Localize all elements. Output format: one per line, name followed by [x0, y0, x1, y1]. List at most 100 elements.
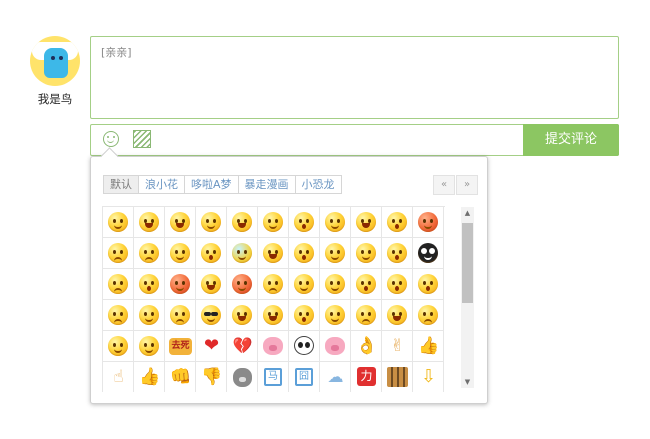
emoji-cell[interactable]: ✌: [382, 331, 413, 362]
tab-baozou[interactable]: 暴走漫画: [238, 175, 296, 194]
emoji-cell[interactable]: [196, 269, 227, 300]
emoji-panel: 默认 浪小花 哆啦A梦 暴走漫画 小恐龙 « » 去死 ❤ 💔 👌 ✌ 👍 ☝ 👍 👊 👎 马囧 ☁ 力…: [90, 147, 488, 404]
emoji-cell[interactable]: 👍: [134, 362, 165, 392]
emoji-cell[interactable]: [320, 238, 351, 269]
emoji-cell[interactable]: [382, 207, 413, 238]
scroll-thumb[interactable]: [462, 223, 473, 303]
emoji-cell[interactable]: [351, 300, 382, 331]
emoji-cell[interactable]: [134, 238, 165, 269]
emoji-cell[interactable]: [165, 300, 196, 331]
emoji-cell[interactable]: [227, 300, 258, 331]
emoji-cell[interactable]: [289, 300, 320, 331]
emoji-cell[interactable]: [382, 300, 413, 331]
emoji-cell[interactable]: [227, 362, 258, 392]
emoji-cell[interactable]: [258, 331, 289, 362]
emoji-cell[interactable]: [289, 238, 320, 269]
emoji-cell[interactable]: [227, 238, 258, 269]
emoji-cell[interactable]: [258, 238, 289, 269]
emoji-cell[interactable]: 👌: [351, 331, 382, 362]
emoji-cell[interactable]: [103, 331, 134, 362]
scroll-down-icon[interactable]: ▼: [461, 376, 474, 388]
prev-page-button[interactable]: «: [433, 175, 455, 195]
emoji-cell[interactable]: [227, 207, 258, 238]
emoji-cell[interactable]: [351, 207, 382, 238]
emoji-scrollbar[interactable]: ▲ ▼: [461, 207, 474, 388]
emoji-cell[interactable]: [320, 269, 351, 300]
emoji-cell[interactable]: 囧: [289, 362, 320, 392]
emoji-cell[interactable]: [258, 207, 289, 238]
emoji-cell[interactable]: [103, 300, 134, 331]
heart-icon: ❤: [203, 335, 220, 356]
emoji-face-icon: [294, 243, 314, 263]
glyph-emoji-icon: 囧: [295, 368, 313, 386]
emoji-cell[interactable]: [227, 269, 258, 300]
emoji-cell[interactable]: [413, 238, 444, 269]
emoji-cell[interactable]: [382, 362, 413, 392]
emoji-cell[interactable]: [134, 207, 165, 238]
emoji-cell[interactable]: [103, 238, 134, 269]
emoji-cell[interactable]: [165, 207, 196, 238]
image-icon[interactable]: [133, 130, 151, 148]
emoji-cell[interactable]: [165, 238, 196, 269]
emoji-cell[interactable]: [103, 207, 134, 238]
emoji-cell[interactable]: 💔: [227, 331, 258, 362]
emoji-cell[interactable]: [289, 269, 320, 300]
emoji-cell[interactable]: [134, 269, 165, 300]
emoji-cell[interactable]: [413, 207, 444, 238]
emoji-cell[interactable]: 👊: [165, 362, 196, 392]
emoji-cell[interactable]: [134, 300, 165, 331]
emoji-cell[interactable]: ☁: [320, 362, 351, 392]
avatar-eye-left: [51, 56, 55, 60]
emoji-cell[interactable]: [320, 300, 351, 331]
emoji-cell[interactable]: [165, 269, 196, 300]
emoji-face-icon: [201, 212, 221, 232]
emoji-cell[interactable]: 👍: [413, 331, 444, 362]
emoji-cell[interactable]: [382, 238, 413, 269]
emoji-cell[interactable]: 去死: [165, 331, 196, 362]
emoji-cell[interactable]: [196, 238, 227, 269]
emoji-cell[interactable]: [289, 331, 320, 362]
username: 我是鸟: [37, 92, 73, 106]
emoji-tabs: 默认 浪小花 哆啦A梦 暴走漫画 小恐龙: [103, 175, 342, 194]
emoji-cell[interactable]: [103, 269, 134, 300]
emoji-face-icon: [201, 305, 221, 325]
emoji-cell[interactable]: [258, 269, 289, 300]
tab-lang-xiaohua[interactable]: 浪小花: [139, 175, 185, 194]
emoji-face-icon: [139, 305, 159, 325]
emoji-cell[interactable]: [289, 207, 320, 238]
emoji-cell[interactable]: [320, 331, 351, 362]
emoji-cell[interactable]: [258, 300, 289, 331]
tab-default[interactable]: 默认: [103, 175, 139, 194]
avatar-bird: [44, 48, 68, 78]
comment-textarea[interactable]: [亲亲]: [90, 36, 619, 119]
submit-comment-button[interactable]: 提交评论: [523, 124, 619, 156]
emoji-cell[interactable]: [382, 269, 413, 300]
emoji-cell[interactable]: [196, 207, 227, 238]
next-page-button[interactable]: »: [456, 175, 478, 195]
emoji-cell[interactable]: [351, 269, 382, 300]
emoji-face-icon: [325, 305, 345, 325]
arrow-down-icon: ⇩: [420, 366, 437, 387]
tab-dinosaur[interactable]: 小恐龙: [295, 175, 342, 194]
emoji-cell[interactable]: 力: [351, 362, 382, 392]
emoji-cell[interactable]: [413, 269, 444, 300]
emoji-cell[interactable]: [196, 300, 227, 331]
emoji-face-icon: [139, 212, 159, 232]
bear-icon: [233, 368, 252, 387]
smile-icon[interactable]: [103, 131, 119, 147]
emoji-cell[interactable]: ❤: [196, 331, 227, 362]
emoji-cell[interactable]: 👎: [196, 362, 227, 392]
emoji-cell[interactable]: [413, 300, 444, 331]
emoji-cell[interactable]: [320, 207, 351, 238]
emoji-cell[interactable]: 马: [258, 362, 289, 392]
emoji-cell[interactable]: ☝: [103, 362, 134, 392]
scroll-up-icon[interactable]: ▲: [461, 207, 474, 219]
emoji-cell[interactable]: [351, 238, 382, 269]
emoji-face-icon: [108, 305, 128, 325]
emoji-face-icon: [356, 212, 376, 232]
user-avatar[interactable]: [30, 36, 80, 86]
emoji-cell[interactable]: ⇩: [413, 362, 444, 392]
emoji-cell[interactable]: [134, 331, 165, 362]
emoji-face-icon: [108, 274, 128, 294]
tab-doraemon[interactable]: 哆啦A梦: [185, 175, 239, 194]
